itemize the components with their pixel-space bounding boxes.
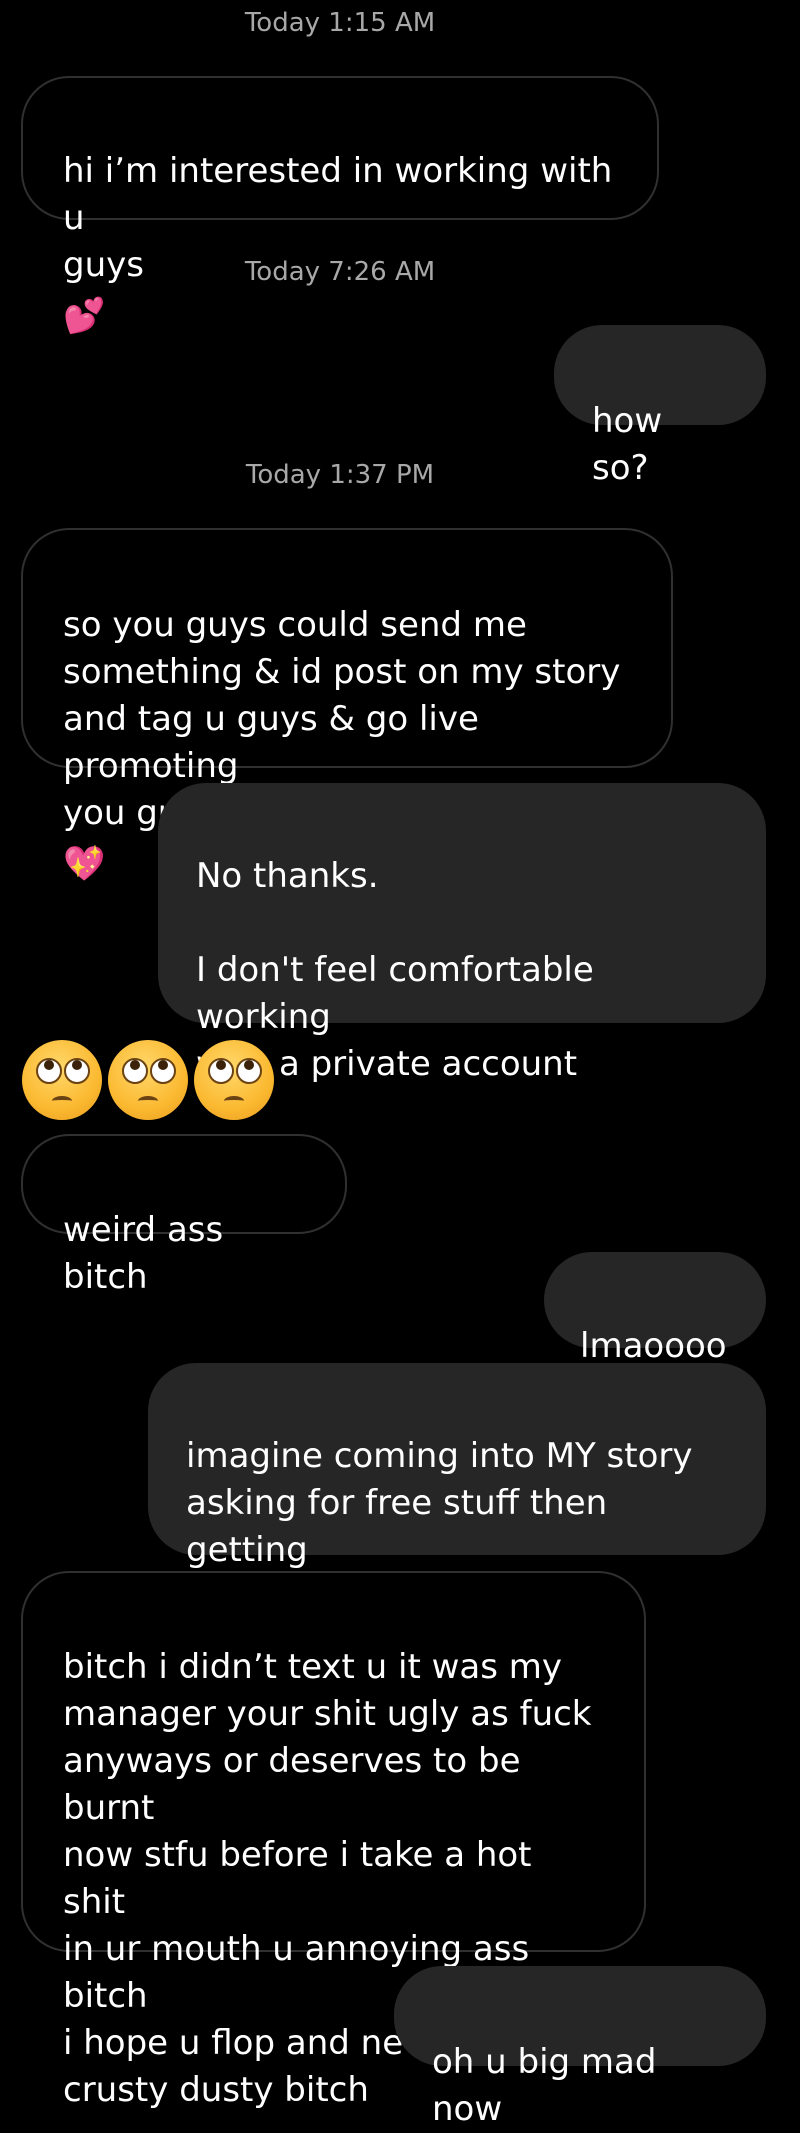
- outgoing-message[interactable]: oh u big mad now: [394, 1966, 766, 2129]
- message-text: lmaoooo: [580, 1326, 727, 1366]
- face-with-rolling-eyes-icon: [22, 1040, 102, 1120]
- message-text: oh u big mad now: [432, 2042, 657, 2129]
- face-with-rolling-eyes-icon: [108, 1040, 188, 1120]
- face-with-rolling-eyes-icon: [194, 1040, 274, 1120]
- outgoing-message[interactable]: how so?: [554, 325, 766, 488]
- outgoing-message[interactable]: imagine coming into MY story asking for …: [148, 1363, 766, 1665]
- message-text: weird ass bitch: [63, 1210, 224, 1297]
- sparkling-heart-emoji: 💖: [63, 844, 106, 884]
- timestamp: Today 1:15 AM: [244, 8, 436, 38]
- incoming-message[interactable]: weird ass bitch: [21, 1134, 347, 1297]
- eye-roll-emoji-row[interactable]: [22, 1040, 274, 1124]
- two-hearts-emoji: 💕: [63, 296, 106, 336]
- outgoing-message[interactable]: No thanks. I don't feel comfortable work…: [158, 783, 766, 1084]
- outgoing-message[interactable]: lmaoooo: [544, 1252, 766, 1366]
- incoming-message[interactable]: so you guys could send me something & id…: [21, 528, 673, 881]
- incoming-message[interactable]: bitch i didn’t text u it was my manager …: [21, 1571, 646, 2110]
- incoming-message[interactable]: hi i’m interested in working with u guys…: [21, 76, 659, 333]
- timestamp: Today 1:37 PM: [245, 460, 435, 490]
